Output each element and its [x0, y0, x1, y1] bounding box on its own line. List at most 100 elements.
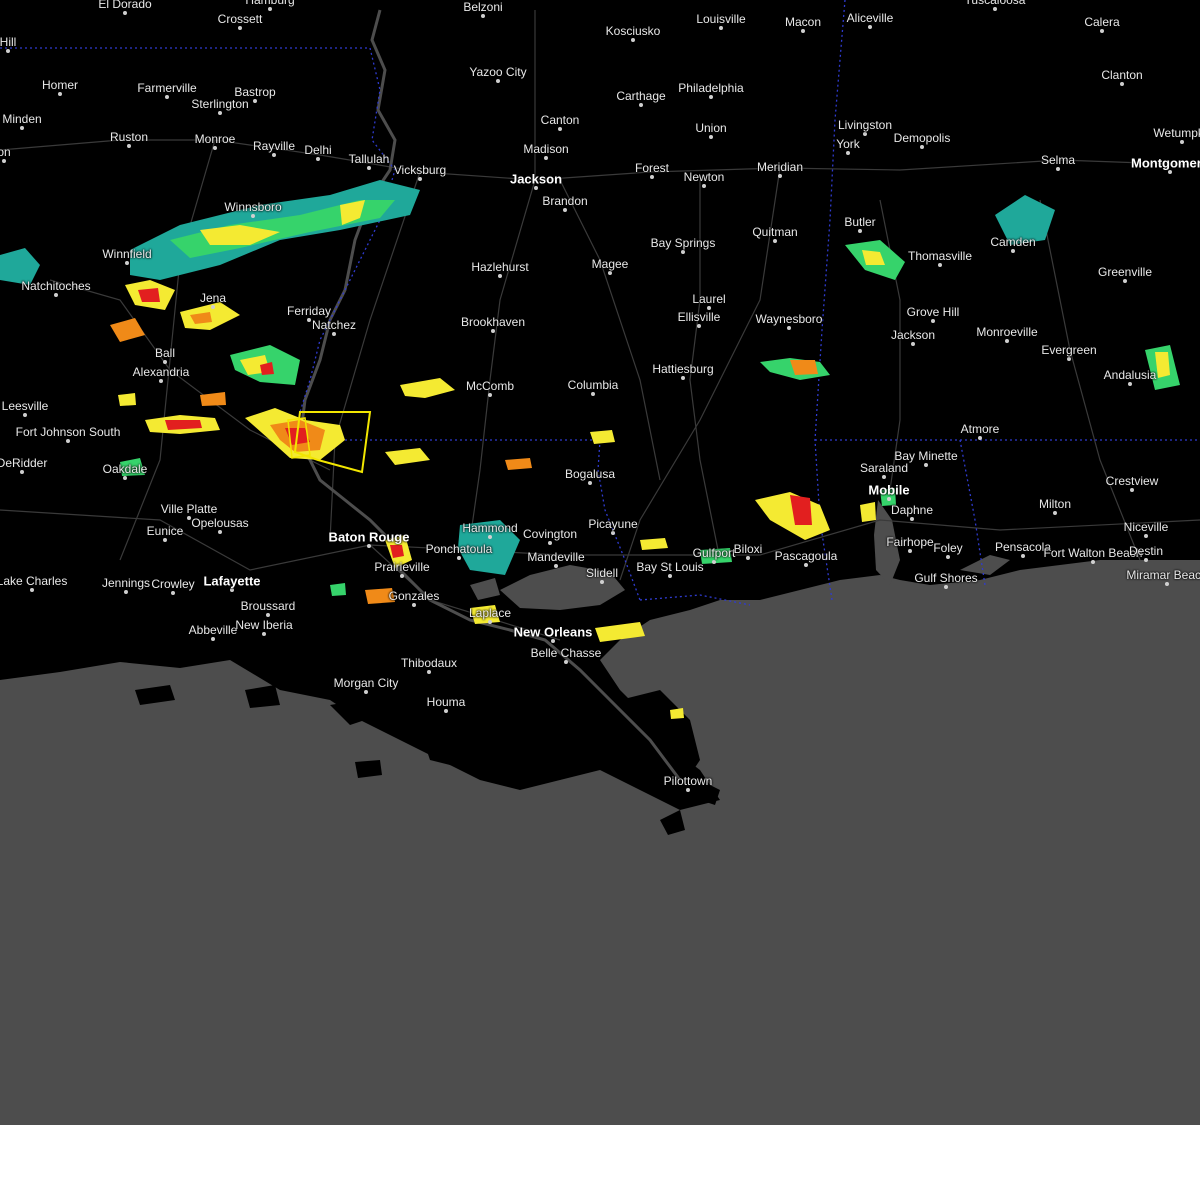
city-label[interactable]: Homer — [42, 78, 78, 92]
city-label[interactable]: New Orleans — [514, 625, 593, 640]
city-label[interactable]: Houma — [427, 695, 466, 709]
city-label[interactable]: Newton — [684, 170, 725, 184]
city-label[interactable]: Ball — [155, 346, 175, 360]
city-label[interactable]: Natchez — [312, 318, 356, 332]
city-label[interactable]: York — [836, 137, 860, 151]
city-label[interactable]: Laplace — [469, 606, 511, 620]
city-label[interactable]: Belzoni — [463, 0, 502, 14]
city-label[interactable]: Alexandria — [133, 365, 190, 379]
city-label[interactable]: Forest — [635, 161, 669, 175]
city-label[interactable]: Magee — [592, 257, 629, 271]
city-label[interactable]: Broussard — [241, 599, 296, 613]
city-label[interactable]: Winnsboro — [224, 200, 281, 214]
city-label[interactable]: Natchitoches — [21, 279, 90, 293]
city-label[interactable]: El Dorado — [98, 0, 151, 11]
city-label[interactable]: Crestview — [1106, 474, 1159, 488]
city-label[interactable]: Bay Springs — [651, 236, 716, 250]
city-label[interactable]: Destin — [1129, 544, 1163, 558]
city-label[interactable]: Oakdale — [103, 462, 148, 476]
city-label[interactable]: Daphne — [891, 503, 933, 517]
city-label[interactable]: Ruston — [110, 130, 148, 144]
city-label[interactable]: Tuscaloosa — [965, 0, 1026, 7]
city-label[interactable]: Butler — [844, 215, 875, 229]
city-label[interactable]: Fairhope — [886, 535, 933, 549]
city-label[interactable]: Vicksburg — [394, 163, 446, 177]
city-label[interactable]: Prairieville — [374, 560, 429, 574]
city-label[interactable]: New Iberia — [235, 618, 292, 632]
city-label[interactable]: Jackson — [510, 172, 562, 187]
city-label[interactable]: Gonzales — [389, 589, 440, 603]
city-label[interactable]: Bay St Louis — [636, 560, 703, 574]
city-label[interactable]: Crossett — [218, 12, 263, 26]
city-label[interactable]: Ville Platte — [161, 502, 217, 516]
city-label[interactable]: Eunice — [147, 524, 184, 538]
city-label[interactable]: Madison — [523, 142, 568, 156]
city-label[interactable]: Louisville — [696, 12, 745, 26]
city-label[interactable]: Belle Chasse — [531, 646, 602, 660]
city-label[interactable]: Pilottown — [664, 774, 713, 788]
city-label[interactable]: Jackson — [891, 328, 935, 342]
city-label[interactable]: Mandeville — [527, 550, 584, 564]
city-label[interactable]: Philadelphia — [678, 81, 743, 95]
city-label[interactable]: Yazoo City — [469, 65, 526, 79]
city-label[interactable]: Gulf Shores — [914, 571, 977, 585]
city-label[interactable]: on — [0, 145, 11, 159]
city-label[interactable]: Andalusia — [1104, 368, 1157, 382]
city-label[interactable]: Carthage — [616, 89, 665, 103]
city-label[interactable]: Selma — [1041, 153, 1075, 167]
city-label[interactable]: Milton — [1039, 497, 1071, 511]
city-label[interactable]: Aliceville — [847, 11, 894, 25]
city-label[interactable]: Ferriday — [287, 304, 331, 318]
city-label[interactable]: Slidell — [586, 566, 618, 580]
city-label[interactable]: Kosciusko — [606, 24, 661, 38]
city-label[interactable]: McComb — [466, 379, 514, 393]
city-label[interactable]: Farmerville — [137, 81, 196, 95]
city-label[interactable]: Foley — [933, 541, 962, 555]
city-label[interactable]: Lake Charles — [0, 574, 67, 588]
city-label[interactable]: Livingston — [838, 118, 892, 132]
city-label[interactable]: Brookhaven — [461, 315, 525, 329]
city-label[interactable]: Hazlehurst — [471, 260, 528, 274]
city-label[interactable]: Bogalusa — [565, 467, 615, 481]
city-label[interactable]: Clanton — [1101, 68, 1142, 82]
city-label[interactable]: Greenville — [1098, 265, 1152, 279]
city-label[interactable]: Evergreen — [1041, 343, 1096, 357]
city-label[interactable]: Demopolis — [894, 131, 951, 145]
city-label[interactable]: Fort Johnson South — [16, 425, 121, 439]
city-label[interactable]: Quitman — [752, 225, 797, 239]
city-label[interactable]: Mobile — [868, 483, 909, 498]
radar-map[interactable]: El Dorado Hamburg Crossett Belzoni Kosciusko… — [0, 0, 1200, 1125]
city-label[interactable]: Ellisville — [678, 310, 721, 324]
city-label[interactable]: Opelousas — [191, 516, 248, 530]
city-label[interactable]: Sterlington — [191, 97, 248, 111]
city-label[interactable]: Waynesboro — [756, 312, 823, 326]
city-label[interactable]: Niceville — [1124, 520, 1169, 534]
city-label[interactable]: Minden — [2, 112, 41, 126]
city-label[interactable]: Thibodaux — [401, 656, 457, 670]
city-label[interactable]: Camden — [990, 235, 1035, 249]
city-label[interactable]: Calera — [1084, 15, 1119, 29]
city-label[interactable]: Lafayette — [203, 574, 260, 589]
city-label[interactable]: Gulfport — [693, 546, 736, 560]
city-label[interactable]: Rayville — [253, 139, 295, 153]
city-label[interactable]: Monroe — [195, 132, 236, 146]
city-label[interactable]: Columbia — [568, 378, 619, 392]
city-label[interactable]: DeRidder — [0, 456, 47, 470]
city-label[interactable]: Abbeville — [189, 623, 238, 637]
city-label[interactable]: Delhi — [304, 143, 331, 157]
city-label[interactable]: Leesville — [2, 399, 49, 413]
city-label[interactable]: Biloxi — [734, 542, 763, 556]
city-label[interactable]: Baton Rouge — [329, 530, 410, 545]
city-label[interactable]: Brandon — [542, 194, 587, 208]
city-label[interactable]: Pascagoula — [775, 549, 838, 563]
city-label[interactable]: Tallulah — [349, 152, 390, 166]
city-label[interactable]: Meridian — [757, 160, 803, 174]
city-label[interactable]: Winnfield — [102, 247, 151, 261]
city-label[interactable]: Laurel — [692, 292, 725, 306]
city-label[interactable]: Jena — [200, 291, 226, 305]
city-label[interactable]: Hamburg — [245, 0, 294, 7]
city-label[interactable]: Hammond — [462, 521, 517, 535]
city-label[interactable]: Thomasville — [908, 249, 972, 263]
city-label[interactable]: Macon — [785, 15, 821, 29]
city-label[interactable]: Grove Hill — [907, 305, 960, 319]
